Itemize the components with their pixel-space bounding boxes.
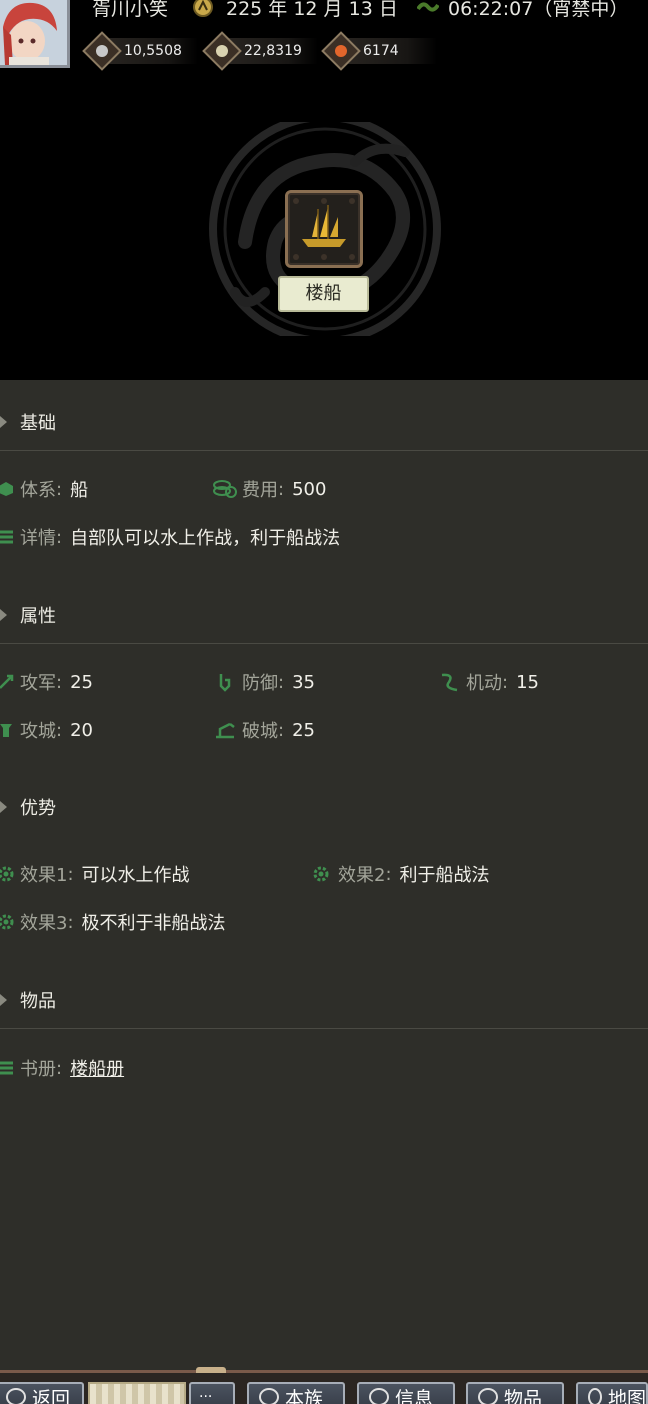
game-date: 225 年 12 月 13 日 [226,0,398,20]
expand-arrow-icon [0,801,7,813]
defense-value: 35 [292,671,315,693]
effect1-row: 效果1: 可以水上作战 [0,860,190,888]
back-icon [6,1388,26,1404]
siege-value: 20 [70,719,93,741]
attack-row: 攻军: 25 [0,668,93,696]
siege-row: 攻城: 20 [0,716,93,744]
game-time: 06:22:07（宵禁中） [448,0,629,20]
effect3-row: 效果3: 极不利于非船战法 [0,908,226,936]
resource-food: 22,8319 [202,31,318,71]
tower-icon [0,720,16,740]
section-items-title: 物品 [20,991,56,1012]
section-attributes-header[interactable]: 属性 [0,600,56,630]
status-line: 胥川小笑 225 年 12 月 13 日 06:22:07（宵禁中） [92,0,648,24]
items-button[interactable]: 物品 [466,1382,564,1404]
map-button[interactable]: 地图 [576,1382,648,1404]
resource-silver: 10,5508 [82,31,198,71]
date-icon [192,0,214,23]
decorative-strip [88,1382,186,1404]
mobility-value: 15 [516,671,539,693]
cost-row: 费用: 500 [212,475,326,503]
effect2-value: 利于船战法 [399,865,490,886]
section-advantages-title: 优势 [20,798,56,819]
messages-button[interactable]: 信息 [357,1382,455,1404]
resource-peach-value: 6174 [363,43,399,59]
unit-icon-frame[interactable] [285,190,363,268]
cost-value: 500 [292,478,327,500]
clan-button[interactable]: 本族 [247,1382,345,1404]
unit-detail-panel: 基础 体系: 船 费用: 500 详情: 自部队可以水上作战，利于船战法 属性 … [0,380,648,1370]
effect3-value: 极不利于非船战法 [81,913,226,934]
resource-silver-value: 10,5508 [124,43,182,59]
flag-icon [259,1388,279,1404]
whip-icon [436,672,462,692]
book-link[interactable]: 楼船册 [70,1055,124,1081]
section-items-header[interactable]: 物品 [0,985,56,1015]
effect2-row: 效果2: 利于船战法 [308,860,490,888]
detail-value: 自部队可以水上作战，利于船战法 [70,528,341,549]
gear-icon [0,864,16,884]
layers-icon [0,527,16,547]
shield-icon [212,672,238,692]
gear-icon [308,864,334,884]
player-name: 胥川小笑 [92,0,169,20]
chat-icon [369,1388,389,1404]
drag-handle[interactable] [196,1367,226,1373]
section-advantages-header[interactable]: 优势 [0,792,56,822]
cube-icon [0,479,16,499]
breach-value: 25 [292,719,315,741]
gear-icon [0,912,16,932]
book-icon [0,1058,16,1078]
resource-food-value: 22,8319 [244,43,302,59]
curfew-icon [416,0,440,20]
section-basic-title: 基础 [20,413,56,434]
player-avatar[interactable] [0,0,70,68]
divider [0,643,648,644]
ship-icon [293,198,355,260]
expand-arrow-icon [0,609,7,621]
resource-peach: 6174 [321,31,437,71]
defense-row: 防御: 35 [212,668,315,696]
avatar-portrait [0,0,67,65]
mobility-row: 机动: 15 [436,668,539,696]
book-row: 书册: 楼船册 [0,1054,124,1082]
back-button[interactable]: 返回 [0,1382,84,1404]
effect1-value: 可以水上作战 [81,865,190,886]
section-attributes-title: 属性 [20,606,56,627]
expand-arrow-icon [0,994,7,1006]
unit-name-label: 楼船 [278,276,369,312]
divider [0,450,648,451]
more-button[interactable]: ··· [189,1382,235,1404]
coins-icon [212,479,238,499]
breach-row: 破城: 25 [212,716,315,744]
sword-icon [0,672,16,692]
map-icon [588,1388,602,1404]
catapult-icon [212,720,238,740]
header-area: 胥川小笑 225 年 12 月 13 日 06:22:07（宵禁中） 10,55… [0,0,648,380]
detail-row: 详情: 自部队可以水上作战，利于船战法 [0,523,340,551]
divider [0,1028,648,1029]
section-basic-header[interactable]: 基础 [0,407,56,437]
system-row: 体系: 船 [0,475,88,503]
expand-arrow-icon [0,416,7,428]
bag-icon [478,1388,498,1404]
system-value: 船 [70,480,89,501]
attack-value: 25 [70,671,93,693]
